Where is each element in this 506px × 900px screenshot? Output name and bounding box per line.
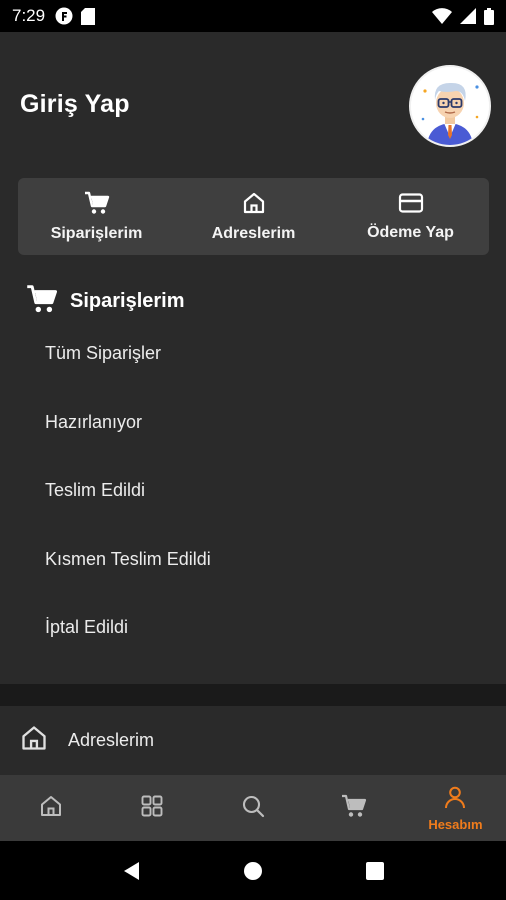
orders-section-header: Siparişlerim <box>26 284 185 319</box>
user-icon <box>443 785 467 814</box>
user-avatar-icon[interactable] <box>409 65 491 147</box>
tab-account[interactable]: Hesabım <box>405 775 506 841</box>
tab-search[interactable] <box>202 775 303 841</box>
order-item-preparing[interactable]: Hazırlanıyor <box>45 411 211 480</box>
addresses-row-label: Adreslerim <box>68 730 155 750</box>
header: Giriş Yap <box>0 32 506 180</box>
order-item-all[interactable]: Tüm Siparişler <box>45 342 211 411</box>
status-right-icons <box>432 7 494 25</box>
system-nav-bar <box>0 841 506 900</box>
tab-cart[interactable] <box>304 775 405 841</box>
bottom-tab-bar: Hesabım <box>0 775 506 841</box>
sd-card-icon <box>81 7 96 25</box>
order-status-list: Tüm Siparişler Hazırlanıyor Teslim Edild… <box>45 342 211 685</box>
home-circle-icon[interactable] <box>233 851 273 891</box>
status-time: 7:29 <box>12 6 46 25</box>
quick-action-label: Ödeme Yap <box>367 223 454 241</box>
status-left-icons <box>55 7 96 25</box>
quick-action-addresses[interactable]: Adreslerim <box>175 178 332 255</box>
orders-section: Siparişlerim Tüm Siparişler Hazırlanıyor… <box>0 272 506 684</box>
cart-icon <box>341 794 367 823</box>
login-title[interactable]: Giriş Yap <box>20 90 130 119</box>
back-icon[interactable] <box>111 851 151 891</box>
quick-action-label: Siparişlerim <box>50 224 143 242</box>
quick-action-label: Adreslerim <box>211 224 296 242</box>
cart-icon <box>84 191 110 225</box>
order-item-cancelled[interactable]: İptal Edildi <box>45 616 211 685</box>
section-divider <box>0 684 506 706</box>
grid-icon <box>140 794 164 823</box>
home-icon <box>39 794 63 823</box>
recents-icon[interactable] <box>355 851 395 891</box>
account-screen: Giriş Yap Siparişlerim Adreslerim Ödeme … <box>0 32 506 775</box>
order-item-partially-delivered[interactable]: Kısmen Teslim Edildi <box>45 548 211 617</box>
cart-icon <box>26 284 58 319</box>
search-icon <box>241 794 265 823</box>
home-icon <box>242 191 266 225</box>
quick-action-payment[interactable]: Ödeme Yap <box>332 178 489 255</box>
credit-card-icon <box>398 192 424 224</box>
f-logo-icon <box>55 7 73 25</box>
status-bar: 7:29 <box>0 0 506 32</box>
wifi-icon <box>432 8 452 24</box>
quick-action-orders[interactable]: Siparişlerim <box>18 178 175 255</box>
battery-icon <box>484 7 494 25</box>
signal-icon <box>460 8 476 24</box>
orders-section-title: Siparişlerim <box>70 290 185 312</box>
home-icon <box>20 724 48 757</box>
addresses-row[interactable]: Adreslerim <box>0 706 506 775</box>
order-item-delivered[interactable]: Teslim Edildi <box>45 479 211 548</box>
tab-account-label: Hesabım <box>428 816 483 832</box>
tab-home[interactable] <box>0 775 101 841</box>
tab-categories[interactable] <box>101 775 202 841</box>
quick-actions-card: Siparişlerim Adreslerim Ödeme Yap <box>18 178 489 255</box>
